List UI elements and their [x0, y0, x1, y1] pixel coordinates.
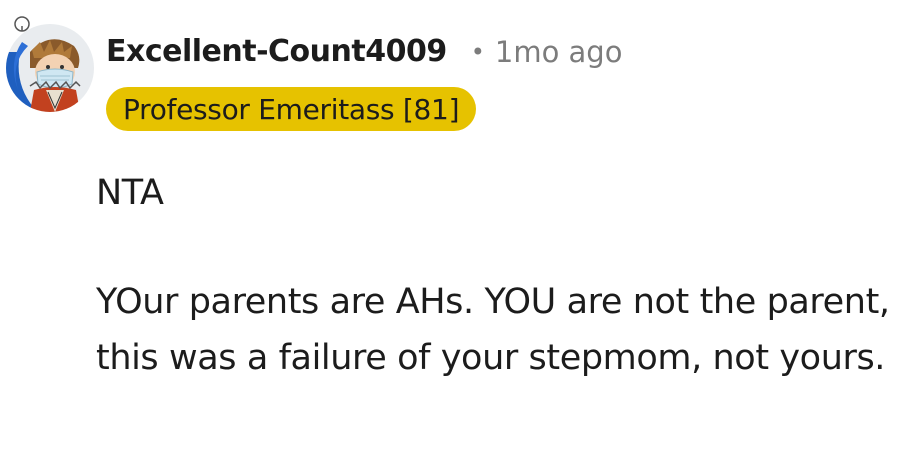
separator-dot: • — [470, 37, 485, 66]
user-avatar-icon[interactable] — [0, 12, 100, 112]
user-flair-badge: Professor Emeritass [81] — [106, 87, 477, 131]
comment: Excellent-Count4009 • 1mo ago Professor … — [0, 0, 915, 449]
comment-paragraph: YOur parents are AHs. YOU are not the pa… — [96, 282, 890, 378]
timestamp-link[interactable]: 1mo ago — [495, 35, 623, 69]
username-link[interactable]: Excellent-Count4009 — [106, 34, 447, 69]
comment-header: Excellent-Count4009 • 1mo ago — [106, 34, 622, 69]
comment-paragraph: NTA — [96, 173, 164, 213]
comment-body: NTA YOur parents are AHs. YOU are not th… — [96, 165, 896, 386]
